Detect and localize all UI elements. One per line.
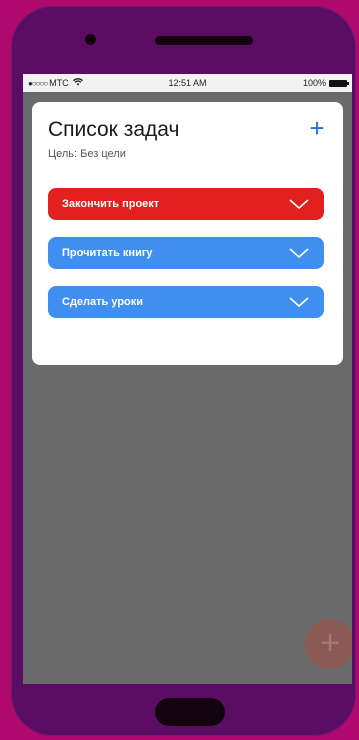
page-title: Список задач [48,118,180,141]
screen: ●○○○○ МТС 12:51 AM 100% Список задач Цел… [23,74,352,684]
phone-frame: ●○○○○ МТС 12:51 AM 100% Список задач Цел… [11,6,356,736]
goal-subtitle: Цель: Без цели [48,148,126,160]
chevron-down-icon[interactable] [288,295,310,309]
home-button[interactable] [155,698,225,726]
task-label: Закончить проект [62,198,160,210]
floating-add-button[interactable]: + [305,619,352,669]
task-item[interactable]: Закончить проект [48,188,324,220]
task-label: Сделать уроки [62,296,144,308]
status-right: 100% [302,78,349,88]
task-label: Прочитать книгу [62,247,153,259]
status-bar: ●○○○○ МТС 12:51 AM 100% [23,74,352,92]
battery-percent: 100% [302,78,326,88]
chevron-down-icon[interactable] [288,197,310,211]
camera [85,34,96,45]
task-item[interactable]: Прочитать книгу [48,237,324,269]
task-item[interactable]: Сделать уроки [48,286,324,318]
chevron-down-icon[interactable] [288,246,310,260]
add-task-button[interactable]: + [305,115,329,141]
battery-icon [329,79,349,87]
speaker [155,36,253,45]
task-list-card: Список задач Цель: Без цели + Закончить … [32,102,343,365]
